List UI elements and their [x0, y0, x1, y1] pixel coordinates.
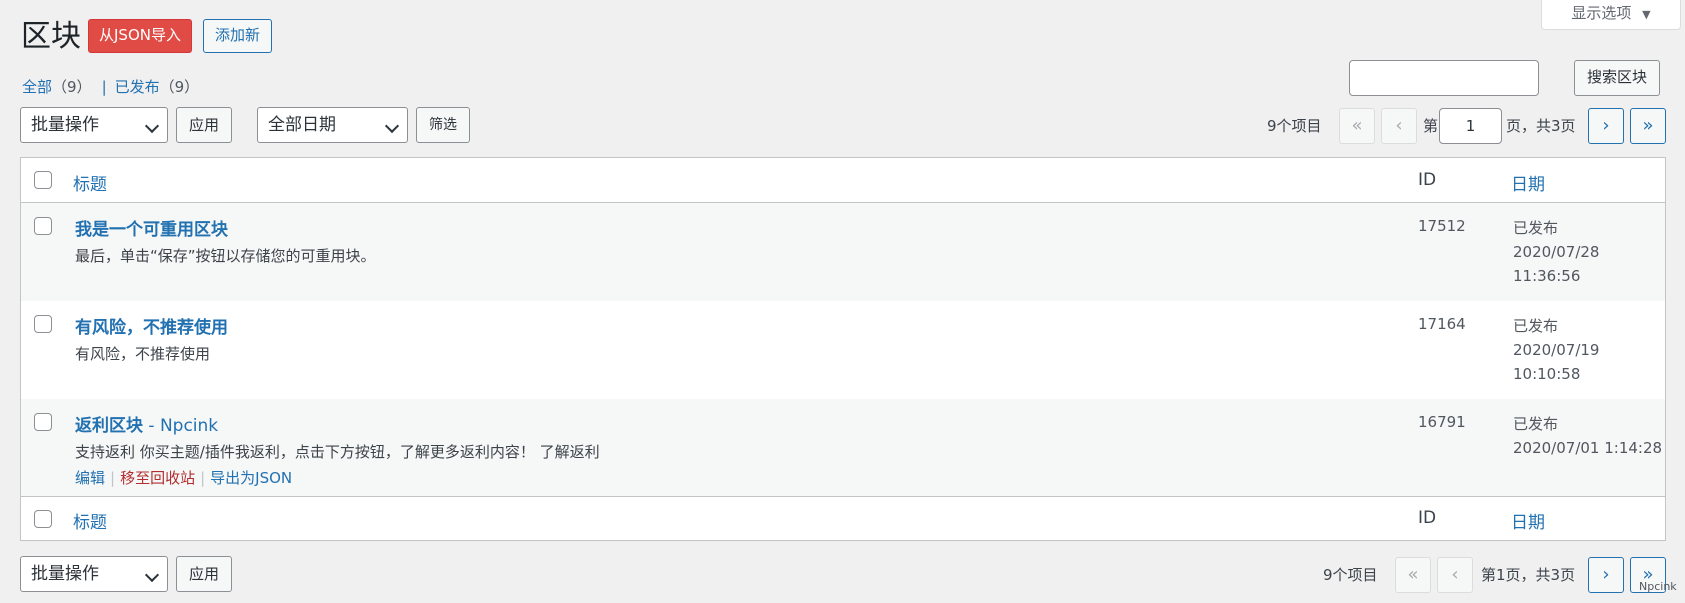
bulk-actions-value: 批量操作: [31, 115, 99, 135]
view-filters: 全部（9） | 已发布（9）: [22, 77, 199, 97]
row-checkbox[interactable]: [34, 217, 52, 235]
search-button[interactable]: 搜索区块: [1574, 60, 1661, 96]
bulk-actions-select-top[interactable]: 批量操作: [20, 107, 168, 143]
prev-page-button-bottom: ‹: [1437, 557, 1473, 593]
table-row: 有风险，不推荐使用 有风险，不推荐使用 17164 已发布 2020/07/19…: [21, 301, 1665, 399]
row-checkbox[interactable]: [34, 315, 52, 333]
row-title-link[interactable]: 我是一个可重用区块: [75, 215, 228, 240]
page-suffix: 页，共3页: [1506, 117, 1576, 135]
row-time-value: 10:10:58: [1513, 365, 1581, 383]
search-input[interactable]: [1349, 60, 1539, 96]
next-page-button[interactable]: ›: [1588, 108, 1624, 144]
view-published-link[interactable]: 已发布: [115, 78, 160, 96]
row-date-value: 2020/07/28: [1513, 243, 1600, 261]
page-title: 区块: [21, 19, 81, 54]
action-separator: |: [200, 469, 206, 487]
edit-link[interactable]: 编辑: [75, 469, 105, 487]
apply-button-bottom[interactable]: 应用: [176, 556, 233, 592]
row-title-link[interactable]: 返利区块 - Npcink: [75, 411, 218, 436]
row-date: 已发布 2020/07/01 1:14:28: [1513, 412, 1663, 460]
row-id: 16791: [1418, 413, 1466, 431]
row-title-text: 返利区块: [75, 416, 143, 436]
column-title-header[interactable]: 标题: [73, 170, 107, 195]
row-date: 已发布 2020/07/19 10:10:58: [1513, 314, 1663, 386]
table-header: 标题 ID 日期: [21, 158, 1665, 203]
filter-button[interactable]: 筛选: [416, 107, 470, 143]
chevron-down-icon: [144, 118, 160, 134]
column-id-footer: ID: [1418, 508, 1437, 528]
chevron-down-icon: [144, 567, 160, 583]
page-prefix: 第: [1423, 117, 1439, 135]
next-page-button-bottom[interactable]: ›: [1588, 557, 1624, 593]
row-status: 已发布: [1513, 415, 1559, 433]
view-all-link[interactable]: 全部: [22, 78, 52, 96]
import-json-button[interactable]: 从JSON导入: [88, 19, 192, 53]
items-count-bottom: 9个项目: [1323, 566, 1378, 584]
select-all-checkbox[interactable]: [34, 171, 52, 189]
row-actions: 编辑 | 移至回收站 | 导出为JSON: [75, 467, 292, 488]
blocks-table: 标题 ID 日期 我是一个可重用区块 最后，单击“保存”按钮以存储您的可重用块。…: [20, 157, 1666, 541]
row-title-link[interactable]: 有风险，不推荐使用: [75, 313, 228, 338]
select-all-checkbox-footer[interactable]: [34, 510, 52, 528]
column-title-footer[interactable]: 标题: [73, 508, 107, 533]
row-title-text: 有风险，不推荐使用: [75, 318, 228, 338]
row-title-text: 我是一个可重用区块: [75, 220, 228, 240]
row-date: 已发布 2020/07/28 11:36:56: [1513, 216, 1663, 288]
first-page-button: «: [1339, 108, 1375, 144]
table-row: 我是一个可重用区块 最后，单击“保存”按钮以存储您的可重用块。 17512 已发…: [21, 203, 1665, 301]
action-separator: |: [110, 469, 116, 487]
date-filter-value: 全部日期: [268, 115, 336, 135]
add-new-button[interactable]: 添加新: [203, 19, 273, 53]
row-status: 已发布: [1513, 317, 1559, 335]
last-page-button[interactable]: »: [1630, 108, 1666, 144]
row-time-value: 11:36:56: [1513, 267, 1581, 285]
trash-link[interactable]: 移至回收站: [120, 469, 195, 487]
screen-options-label: 显示选项: [1571, 4, 1632, 22]
page-info-bottom: 第1页，共3页: [1481, 566, 1576, 584]
current-page-input[interactable]: 1: [1439, 108, 1502, 144]
row-excerpt: 有风险，不推荐使用: [75, 345, 211, 363]
bulk-actions-value: 批量操作: [31, 564, 99, 584]
row-id: 17512: [1418, 217, 1466, 235]
prev-page-button: ‹: [1381, 108, 1417, 144]
row-title-suffix: - Npcink: [143, 416, 219, 436]
screen-options-button[interactable]: 显示选项 ▼: [1541, 0, 1681, 30]
row-excerpt: 最后，单击“保存”按钮以存储您的可重用块。: [75, 247, 376, 265]
view-published-count: （9）: [159, 78, 200, 96]
first-page-button-bottom: «: [1395, 557, 1431, 593]
view-separator: |: [101, 78, 107, 96]
row-id: 17164: [1418, 315, 1466, 333]
export-json-link[interactable]: 导出为JSON: [210, 469, 292, 487]
row-date-value: 2020/07/01 1:14:28: [1513, 439, 1663, 457]
row-date-value: 2020/07/19: [1513, 341, 1600, 359]
view-all-count: （9）: [52, 78, 92, 96]
column-date-footer[interactable]: 日期: [1511, 508, 1545, 533]
apply-button-top[interactable]: 应用: [176, 107, 233, 143]
row-checkbox[interactable]: [34, 413, 52, 431]
table-row: 返利区块 - Npcink 支持返利 你买主题/插件我返利，点击下方按钮，了解更…: [21, 399, 1665, 496]
watermark: Npcink: [1639, 580, 1677, 593]
row-status: 已发布: [1513, 219, 1559, 237]
date-filter-select[interactable]: 全部日期: [257, 107, 408, 143]
table-footer: 标题 ID 日期: [21, 496, 1665, 540]
row-excerpt: 支持返利 你买主题/插件我返利，点击下方按钮，了解更多返利内容！ 了解返利: [75, 443, 600, 461]
column-id-header: ID: [1418, 170, 1437, 190]
column-date-header[interactable]: 日期: [1511, 170, 1545, 195]
caret-down-icon: ▼: [1642, 8, 1651, 21]
items-count-top: 9个项目: [1267, 117, 1322, 135]
bulk-actions-select-bottom[interactable]: 批量操作: [20, 556, 168, 592]
chevron-down-icon: [384, 118, 400, 134]
